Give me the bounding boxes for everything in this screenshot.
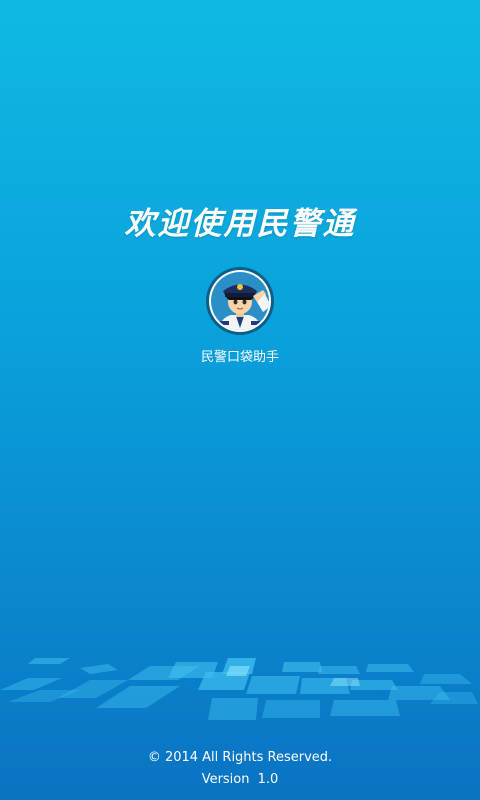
decorative-tiles [0, 650, 480, 730]
logo-caption: 民警口袋助手 [200, 350, 279, 365]
splash-screen: 欢迎使用民警通 民警口袋助手 © 2014 All Rights Reserve… [0, 0, 480, 800]
copyright-text: © 2014 All Rights Reserved. [147, 750, 333, 765]
police-officer-icon [205, 266, 275, 336]
welcome-title: 欢迎使用民警通 [124, 206, 356, 242]
version-text: Version 1.0 [201, 772, 279, 787]
